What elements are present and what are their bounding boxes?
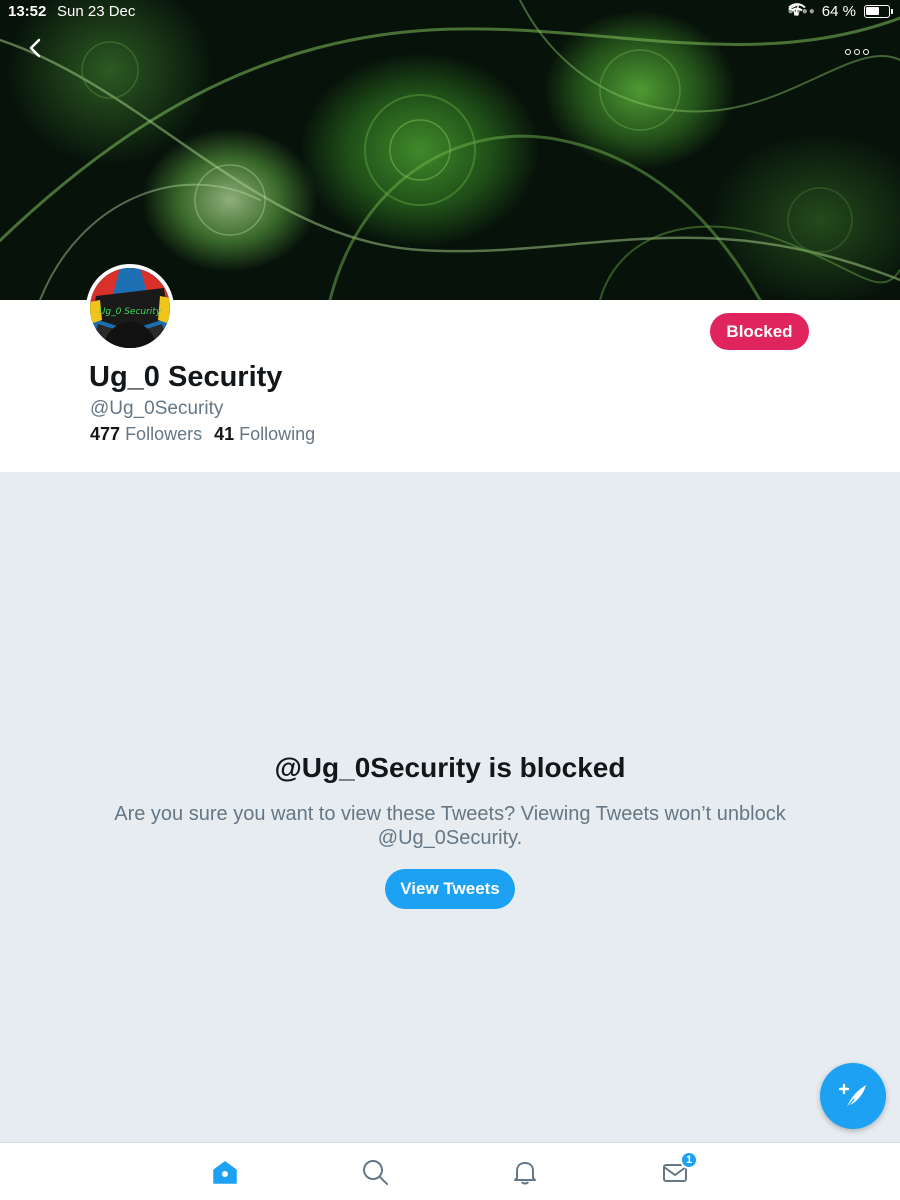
- followers-count: 477: [90, 424, 121, 444]
- followers-link[interactable]: 477 Followers: [90, 424, 202, 445]
- status-bar: 13:52 Sun 23 Dec ●●●● 64 %: [0, 0, 900, 24]
- profile-handle: @Ug_0Security: [90, 398, 224, 419]
- following-link[interactable]: 41 Following: [214, 424, 315, 445]
- avatar-image: Ug_0 Security: [90, 268, 170, 348]
- fractal-pattern: [0, 0, 900, 300]
- compose-feather-icon: [838, 1083, 866, 1110]
- view-tweets-button[interactable]: View Tweets: [385, 869, 515, 909]
- more-dots-icon: [845, 49, 851, 55]
- blocked-button[interactable]: Blocked: [710, 313, 809, 350]
- tab-home[interactable]: [210, 1157, 240, 1187]
- tab-search[interactable]: [360, 1157, 390, 1187]
- followers-label: Followers: [125, 424, 203, 444]
- battery-percent: 64 %: [821, 3, 856, 20]
- battery-level: [866, 7, 879, 15]
- follow-counts: 477 Followers 41 Following: [90, 424, 315, 445]
- tab-bar: 1: [0, 1142, 900, 1200]
- more-options-button[interactable]: [842, 42, 872, 62]
- blocked-message: Are you sure you want to view these Twee…: [114, 803, 786, 849]
- bell-icon: [514, 1162, 536, 1185]
- status-date: Sun 23 Dec: [57, 3, 136, 20]
- following-count: 41: [214, 424, 235, 444]
- status-time: 13:52: [8, 3, 47, 20]
- search-icon: [363, 1160, 388, 1185]
- location-arrow-icon: [787, 3, 800, 16]
- avatar-text: Ug_0 Security: [99, 307, 162, 317]
- more-dot: [854, 49, 860, 55]
- messages-badge: 1: [680, 1151, 698, 1169]
- tab-notifications[interactable]: [510, 1157, 540, 1187]
- profile-banner: 13:52 Sun 23 Dec ●●●● 64 %: [0, 0, 900, 300]
- following-label: Following: [239, 424, 316, 444]
- blocked-title: @Ug_0Security is blocked: [274, 752, 626, 783]
- battery-icon: [864, 5, 893, 18]
- avatar[interactable]: Ug_0 Security: [86, 264, 174, 352]
- compose-tweet-button[interactable]: [820, 1063, 886, 1129]
- more-dot: [863, 49, 869, 55]
- back-button[interactable]: [28, 38, 56, 66]
- home-icon: [213, 1161, 237, 1184]
- status-indicators: ●●●● 64 %: [787, 3, 893, 20]
- chevron-left-icon: [29, 38, 41, 58]
- display-name: Ug_0 Security: [89, 361, 283, 393]
